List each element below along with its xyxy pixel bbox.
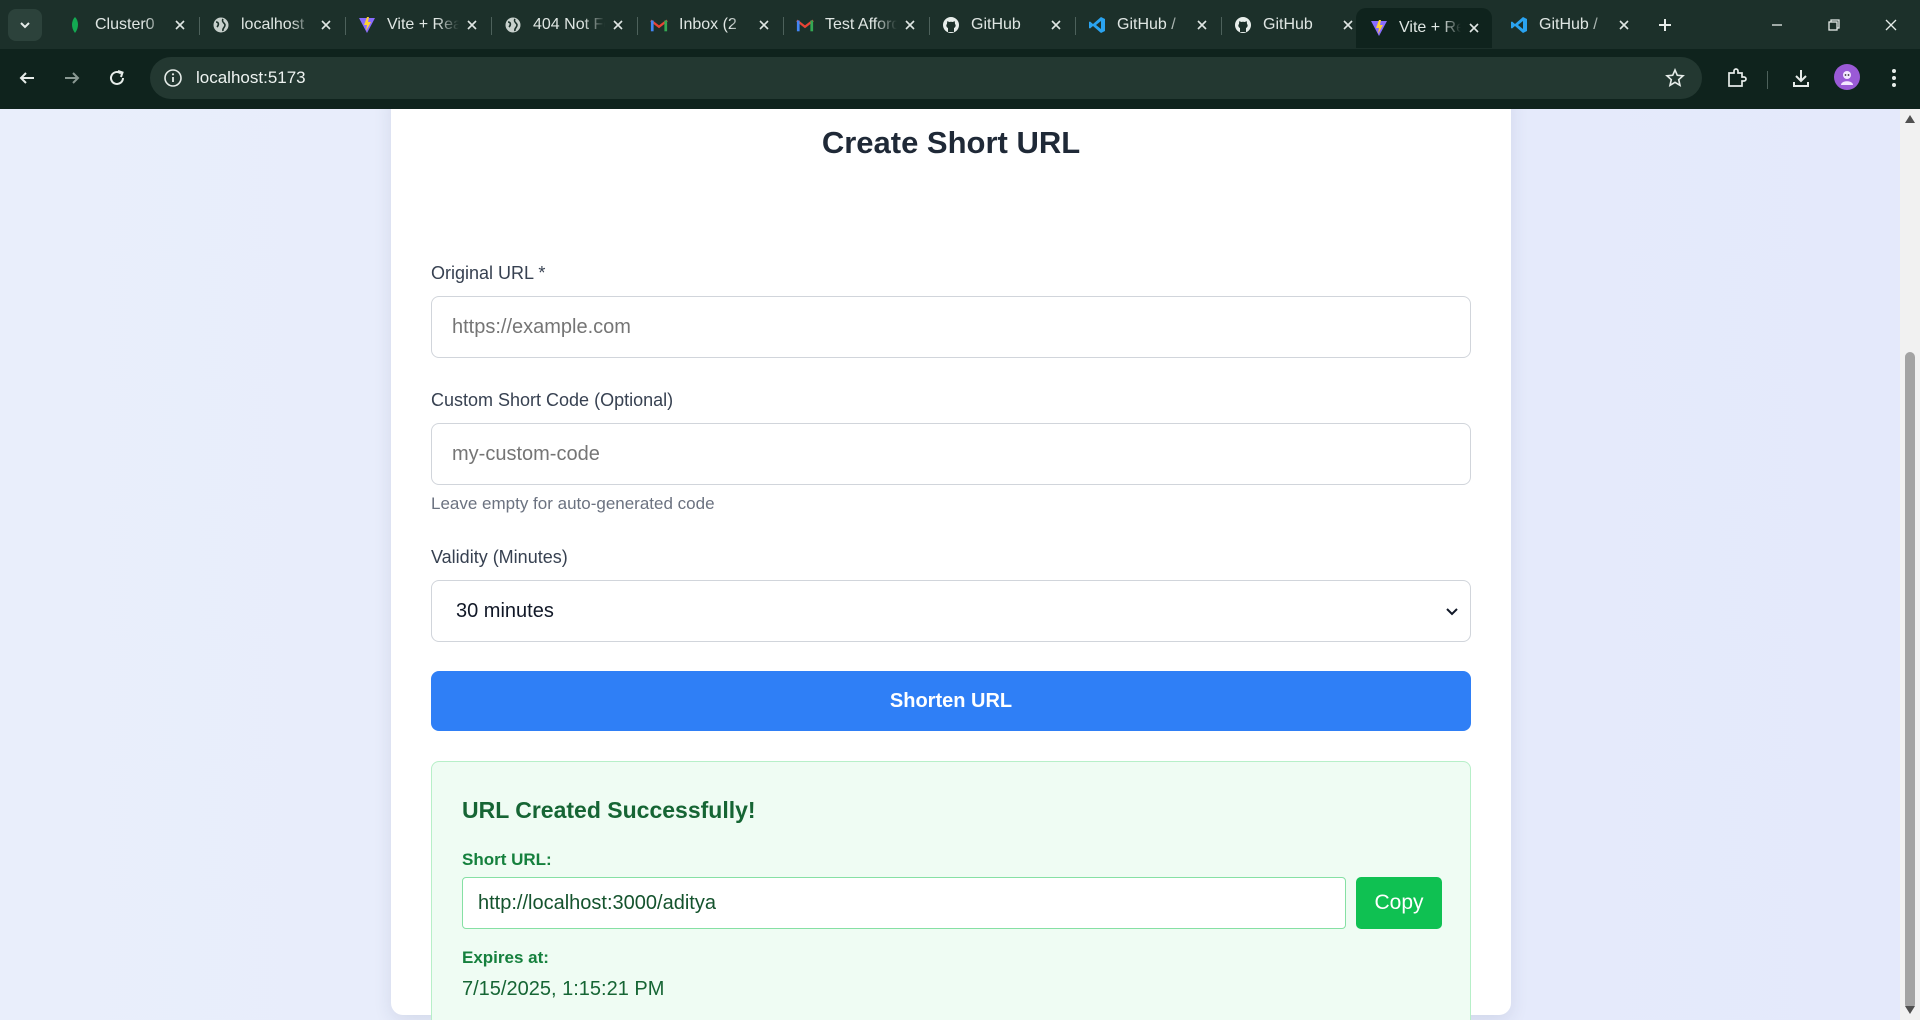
vite-icon bbox=[358, 16, 376, 34]
scroll-up-arrow-icon[interactable] bbox=[1904, 113, 1916, 125]
puzzle-icon bbox=[1728, 68, 1747, 87]
tab-vscode-github-1[interactable]: GitHub / bbox=[1074, 9, 1222, 41]
tab-label: Cluster0 bbox=[95, 16, 155, 33]
expires-label: Expires at: bbox=[462, 948, 549, 967]
tab-cluster0[interactable]: Cluster0 bbox=[52, 9, 200, 41]
tab-search-button[interactable] bbox=[8, 9, 42, 41]
tab-label: localhost bbox=[241, 16, 305, 33]
restore-button[interactable] bbox=[1821, 12, 1847, 38]
close-icon[interactable] bbox=[170, 15, 190, 35]
original-url-input[interactable] bbox=[431, 296, 1471, 358]
reload-icon bbox=[110, 70, 124, 85]
gmail-icon bbox=[796, 16, 814, 34]
site-info-icon[interactable] bbox=[162, 67, 184, 89]
page-title: Create Short URL bbox=[821, 125, 1081, 160]
toolbar-divider bbox=[1767, 71, 1768, 89]
original-url-label: Original URL * bbox=[431, 263, 546, 283]
address-bar[interactable]: localhost:5173 bbox=[150, 57, 1702, 99]
profile-icon bbox=[1841, 71, 1853, 85]
vscode-icon bbox=[1088, 16, 1106, 34]
tab-label: GitHub bbox=[971, 16, 1021, 33]
tab-test-affordmed[interactable]: Test Affordmed bbox=[782, 9, 930, 41]
success-title: URL Created Successfully! bbox=[462, 797, 756, 823]
close-icon[interactable] bbox=[1192, 15, 1212, 35]
downloads-button[interactable] bbox=[1787, 64, 1815, 92]
scrollbar-thumb[interactable] bbox=[1905, 352, 1915, 1009]
tab-label: GitHub / bbox=[1539, 16, 1598, 33]
globe-icon bbox=[504, 16, 522, 34]
tab-label: Vite + React bbox=[387, 16, 459, 33]
validity-label: Validity (Minutes) bbox=[431, 547, 568, 567]
validity-select[interactable]: 30 minutes bbox=[431, 580, 1471, 642]
tab-strip: Cluster0 localhost Vite + React 404 Not … bbox=[0, 0, 1920, 49]
back-button[interactable] bbox=[11, 62, 43, 94]
close-icon[interactable] bbox=[462, 15, 482, 35]
chevron-down-icon bbox=[20, 22, 30, 29]
success-panel: URL Created Successfully! Short URL: htt… bbox=[431, 761, 1471, 1020]
github-icon bbox=[942, 16, 960, 34]
close-icon[interactable] bbox=[900, 15, 920, 35]
browser-menu-button[interactable] bbox=[1880, 64, 1908, 92]
chevron-down-icon bbox=[1446, 608, 1458, 616]
scroll-down-arrow-icon[interactable] bbox=[1904, 1004, 1916, 1016]
leaf-icon bbox=[66, 16, 84, 34]
close-icon[interactable] bbox=[608, 15, 628, 35]
custom-code-hint: Leave empty for auto-generated code bbox=[431, 494, 715, 513]
page-viewport: Create Short URL Original URL * Custom S… bbox=[0, 109, 1900, 1020]
close-icon bbox=[1885, 19, 1897, 31]
tab-label: Inbox (2 bbox=[679, 16, 737, 33]
github-icon bbox=[1234, 16, 1252, 34]
extensions-button[interactable] bbox=[1722, 64, 1750, 92]
globe-icon bbox=[212, 16, 230, 34]
tab-label: Test Affordmed bbox=[825, 16, 897, 33]
close-window-button[interactable] bbox=[1878, 12, 1904, 38]
tab-label: 404 Not Found bbox=[533, 16, 605, 33]
close-icon[interactable] bbox=[1046, 15, 1066, 35]
short-url-field[interactable]: http://localhost:3000/aditya bbox=[462, 877, 1346, 929]
profile-avatar[interactable] bbox=[1834, 64, 1860, 90]
restore-icon bbox=[1828, 19, 1840, 31]
reload-button[interactable] bbox=[101, 62, 133, 94]
expires-value: 7/15/2025, 1:15:21 PM bbox=[462, 978, 665, 1000]
tab-vite-react-active[interactable]: Vite + React bbox=[1356, 8, 1492, 48]
tab-github-1[interactable]: GitHub bbox=[928, 9, 1076, 41]
close-icon[interactable] bbox=[1614, 15, 1634, 35]
tab-label: GitHub bbox=[1263, 16, 1313, 33]
shorten-url-button[interactable]: Shorten URL bbox=[431, 671, 1471, 731]
validity-selected-value: 30 minutes bbox=[456, 599, 554, 622]
address-text: localhost:5173 bbox=[196, 68, 306, 87]
tab-inbox[interactable]: Inbox (2 bbox=[636, 9, 784, 41]
download-icon bbox=[1793, 70, 1809, 87]
arrow-left-icon bbox=[19, 72, 34, 84]
vscode-icon bbox=[1510, 16, 1528, 34]
tab-label: Vite + React bbox=[1399, 19, 1461, 36]
tab-404[interactable]: 404 Not Found bbox=[490, 9, 638, 41]
custom-code-input[interactable] bbox=[431, 423, 1471, 485]
close-icon[interactable] bbox=[1338, 15, 1358, 35]
tab-localhost[interactable]: localhost bbox=[198, 9, 346, 41]
close-icon[interactable] bbox=[1464, 18, 1484, 38]
plus-icon bbox=[1659, 19, 1671, 31]
minimize-icon bbox=[1772, 24, 1782, 26]
minimize-button[interactable] bbox=[1764, 12, 1790, 38]
new-tab-button[interactable] bbox=[1652, 12, 1678, 38]
copy-button[interactable]: Copy bbox=[1356, 877, 1442, 929]
tab-vite-react[interactable]: Vite + React bbox=[344, 9, 492, 41]
gmail-icon bbox=[650, 16, 668, 34]
page-scrollbar[interactable] bbox=[1900, 109, 1920, 1020]
custom-code-label: Custom Short Code (Optional) bbox=[431, 390, 674, 410]
tab-vscode-github-2[interactable]: GitHub / bbox=[1496, 9, 1642, 41]
close-icon[interactable] bbox=[316, 15, 336, 35]
vite-icon bbox=[1370, 19, 1388, 37]
arrow-right-icon bbox=[65, 72, 80, 84]
bookmark-star-icon[interactable] bbox=[1664, 67, 1686, 89]
create-url-card: Create Short URL Original URL * Custom S… bbox=[391, 109, 1511, 1020]
close-icon[interactable] bbox=[754, 15, 774, 35]
tab-github-2[interactable]: GitHub bbox=[1220, 9, 1368, 41]
more-vertical-icon bbox=[1892, 69, 1896, 87]
tab-label: GitHub / bbox=[1117, 16, 1176, 33]
forward-button[interactable] bbox=[56, 62, 88, 94]
browser-toolbar: localhost:5173 bbox=[0, 49, 1920, 109]
short-url-label: Short URL: bbox=[462, 850, 552, 869]
